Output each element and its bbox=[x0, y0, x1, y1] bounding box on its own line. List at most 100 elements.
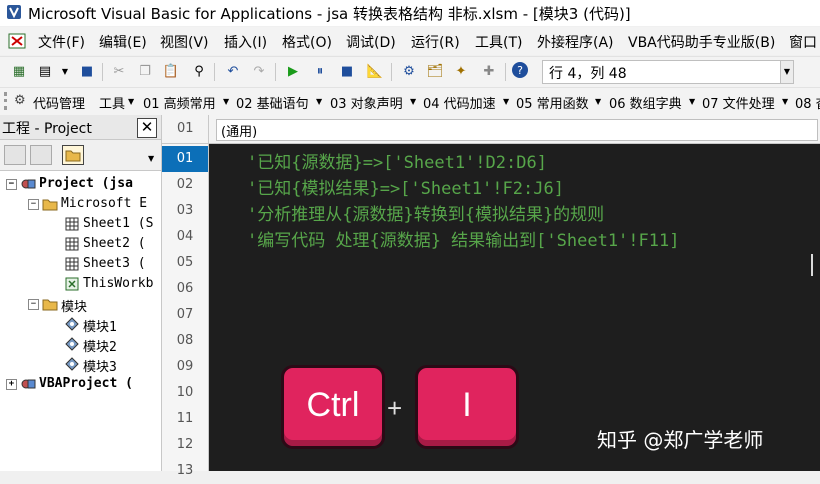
tb-more[interactable]: 08 杳 bbox=[795, 93, 820, 112]
code-line[interactable]: '已知{源数据}=>['Sheet1'!D2:D6] bbox=[247, 148, 547, 173]
run-icon[interactable]: ▶ bbox=[284, 62, 302, 80]
module-icon bbox=[65, 337, 79, 351]
view-excel-icon[interactable]: ▦ bbox=[10, 62, 28, 80]
view-object-button[interactable] bbox=[30, 145, 52, 165]
excel-view-icon[interactable] bbox=[8, 33, 26, 49]
menu-edit[interactable]: 编辑(E) bbox=[99, 32, 147, 52]
properties-icon[interactable]: 🗂 bbox=[426, 62, 444, 80]
insert-object-icon[interactable]: ▤ bbox=[36, 62, 54, 80]
menu-debug[interactable]: 调试(D) bbox=[346, 32, 396, 52]
tree-item-label: Sheet1 (S bbox=[83, 216, 154, 231]
stop-icon[interactable]: ■ bbox=[338, 62, 356, 80]
tb-tools[interactable]: 工具 bbox=[99, 93, 125, 112]
menu-bar: 文件(F) 编辑(E) 视图(V) 插入(I) 格式(O) 调试(D) 运行(R… bbox=[0, 27, 820, 55]
tree-item[interactable]: 模块1 bbox=[0, 315, 161, 335]
project-tree: − Project (jsa − Microsoft E Sheet1 (S Sheet2… bbox=[0, 171, 161, 471]
menu-view[interactable]: 视图(V) bbox=[160, 32, 209, 52]
tb-file-handling[interactable]: 07 文件处理 bbox=[702, 93, 775, 112]
collapse-icon[interactable]: − bbox=[6, 179, 17, 190]
undo-icon[interactable]: ↶ bbox=[224, 62, 242, 80]
chevron-down-icon[interactable]: ▼ bbox=[148, 154, 154, 163]
object-browser-icon[interactable]: ✦ bbox=[452, 62, 470, 80]
help-icon[interactable]: ? bbox=[512, 62, 528, 78]
paste-icon[interactable]: 📋 bbox=[162, 62, 180, 80]
chevron-down-icon[interactable]: ▼ bbox=[128, 97, 134, 106]
chevron-down-icon[interactable]: ▼ bbox=[56, 62, 74, 80]
tree-item[interactable]: − 模块 bbox=[0, 295, 161, 315]
cursor-position-box: 行 4，列 48 ▼ bbox=[542, 60, 794, 84]
pause-icon[interactable]: ⏸ bbox=[311, 62, 329, 80]
tree-item[interactable]: − Project (jsa bbox=[0, 175, 161, 195]
menu-format[interactable]: 格式(O) bbox=[282, 32, 332, 52]
cut-icon[interactable]: ✂ bbox=[110, 62, 128, 80]
menu-addins[interactable]: 外接程序(A) bbox=[537, 32, 614, 52]
tree-item[interactable]: 模块2 bbox=[0, 335, 161, 355]
tree-item[interactable]: − Microsoft E bbox=[0, 195, 161, 215]
tree-item[interactable]: + VBAProject ( bbox=[0, 375, 161, 395]
collapse-icon[interactable]: − bbox=[28, 199, 39, 210]
tb-frequent[interactable]: 01 高频常用 bbox=[143, 93, 216, 112]
save-icon[interactable]: ■ bbox=[78, 62, 96, 80]
expand-icon[interactable]: + bbox=[6, 379, 17, 390]
menu-file[interactable]: 文件(F) bbox=[38, 32, 85, 52]
find-icon[interactable]: ⚲ bbox=[190, 62, 208, 80]
toolbar-divider bbox=[391, 63, 392, 81]
sheet-icon bbox=[65, 257, 79, 271]
menu-vba-assistant[interactable]: VBA代码助手专业版(B) bbox=[628, 32, 775, 52]
line-number: 13 bbox=[176, 463, 194, 478]
code-manager-icon: ⚙ bbox=[14, 93, 26, 108]
ctrl-key: Ctrl bbox=[281, 365, 385, 449]
menu-run[interactable]: 运行(R) bbox=[411, 32, 460, 52]
code-line[interactable]: '分析推理从{源数据}转换到{模拟结果}的规则 bbox=[247, 200, 604, 225]
toggle-folders-button[interactable] bbox=[62, 145, 84, 165]
menu-window[interactable]: 窗口 bbox=[789, 32, 817, 52]
project-explorer-icon[interactable]: ⚙ bbox=[400, 62, 418, 80]
tree-item[interactable]: 模块3 bbox=[0, 355, 161, 375]
tb-code-speedup[interactable]: 04 代码加速 bbox=[423, 93, 496, 112]
toolbar-divider bbox=[275, 63, 276, 81]
tree-item[interactable]: Sheet2 ( bbox=[0, 235, 161, 255]
sheet-icon bbox=[65, 237, 79, 251]
tb-array-dict[interactable]: 06 数组字典 bbox=[609, 93, 682, 112]
vba-app-icon bbox=[7, 5, 21, 19]
view-code-button[interactable] bbox=[4, 145, 26, 165]
menu-insert[interactable]: 插入(I) bbox=[224, 32, 267, 52]
code-line[interactable]: '编写代码 处理{源数据} 结果输出到['Sheet1'!F11] bbox=[247, 226, 679, 251]
chevron-down-icon[interactable]: ▼ bbox=[780, 61, 793, 83]
tb-common-functions[interactable]: 05 常用函数 bbox=[516, 93, 589, 112]
chevron-down-icon[interactable]: ▼ bbox=[503, 97, 509, 106]
chevron-down-icon[interactable]: ▼ bbox=[782, 97, 788, 106]
tree-item-label: Project (jsa bbox=[39, 176, 133, 191]
close-icon[interactable]: ✕ bbox=[137, 118, 157, 138]
copy-icon[interactable]: ❐ bbox=[136, 62, 154, 80]
redo-icon[interactable]: ↷ bbox=[250, 62, 268, 80]
tb-object-declare[interactable]: 03 对象声明 bbox=[330, 93, 403, 112]
collapse-icon[interactable]: − bbox=[28, 299, 39, 310]
tree-item[interactable]: Sheet1 (S bbox=[0, 215, 161, 235]
chevron-down-icon[interactable]: ▼ bbox=[689, 97, 695, 106]
tree-item[interactable]: ThisWorkb bbox=[0, 275, 161, 295]
tree-item-label: Microsoft E bbox=[61, 196, 148, 211]
code-line[interactable]: '已知{模拟结果}=>['Sheet1'!F2:J6] bbox=[247, 174, 564, 199]
folder-icon bbox=[65, 150, 81, 162]
line-number: 02 bbox=[176, 177, 194, 192]
chevron-down-icon[interactable]: ▼ bbox=[595, 97, 601, 106]
assistant-toolbar: ⚙ 代码管理 工具 ▼ 01 高频常用 ▼ 02 基础语句 ▼ 03 对象声明 … bbox=[0, 87, 820, 115]
line-number: 10 bbox=[176, 385, 194, 400]
toolbar-grip[interactable] bbox=[4, 92, 10, 110]
tree-item[interactable]: Sheet3 ( bbox=[0, 255, 161, 275]
i-key: I bbox=[415, 365, 519, 449]
line-number: 06 bbox=[176, 281, 194, 296]
vba-project-icon bbox=[21, 379, 36, 389]
tree-item-label: 模块3 bbox=[83, 360, 117, 375]
chevron-down-icon[interactable]: ▼ bbox=[223, 97, 229, 106]
tb-code-manager[interactable]: 代码管理 bbox=[33, 93, 85, 112]
menu-tools[interactable]: 工具(T) bbox=[475, 32, 522, 52]
design-mode-icon[interactable]: 📐 bbox=[366, 62, 384, 80]
chevron-down-icon[interactable]: ▼ bbox=[316, 97, 322, 106]
tree-item-label: 模块 bbox=[61, 300, 88, 315]
tb-basic-statements[interactable]: 02 基础语句 bbox=[236, 93, 309, 112]
toolbox-icon[interactable]: ✚ bbox=[480, 62, 498, 80]
object-combo[interactable]: (通用) bbox=[216, 119, 818, 141]
chevron-down-icon[interactable]: ▼ bbox=[410, 97, 416, 106]
